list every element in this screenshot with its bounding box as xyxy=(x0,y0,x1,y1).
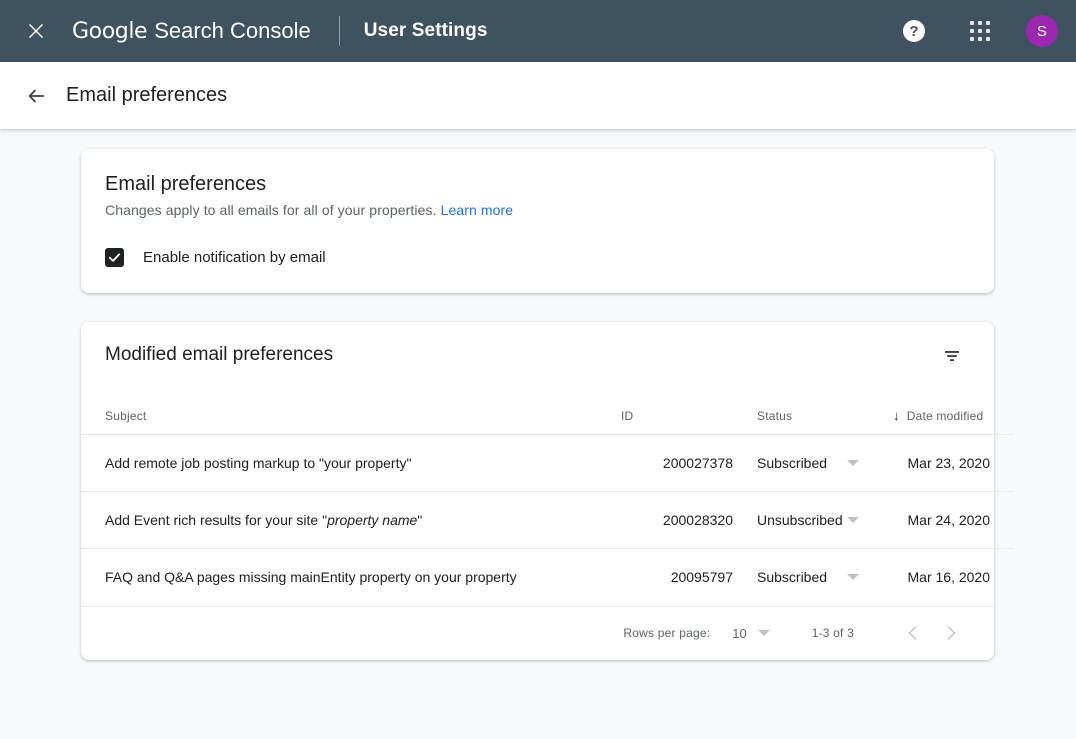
cell-id: 200028320 xyxy=(621,492,733,549)
app-bar-divider xyxy=(339,16,340,46)
next-page-button[interactable] xyxy=(932,614,970,652)
chevron-left-icon xyxy=(904,624,922,642)
table-pagination: Rows per page: 10 1-3 of 3 xyxy=(81,606,994,660)
cell-date-modified: Mar 16, 2020 xyxy=(893,549,1014,606)
enable-notification-label[interactable]: Enable notification by email xyxy=(143,249,326,266)
sort-descending-icon: ↓ xyxy=(893,408,900,423)
subject-text: Add remote job posting markup to "your p… xyxy=(105,455,411,471)
status-value: Subscribed xyxy=(757,455,827,471)
google-apps-button[interactable] xyxy=(960,11,1000,51)
cell-subject: Add Event rich results for your site "pr… xyxy=(81,492,621,549)
app-bar-title: User Settings xyxy=(364,20,488,42)
chevron-down-icon xyxy=(847,517,859,523)
modified-email-preferences-card: Modified email preferences Subject ID St… xyxy=(81,322,994,660)
table-header-bar: Modified email preferences xyxy=(81,322,994,384)
rows-per-page-chevron-down-icon[interactable] xyxy=(758,630,770,636)
avatar[interactable]: S xyxy=(1026,15,1058,47)
description-text: Changes apply to all emails for all of y… xyxy=(105,202,437,218)
close-button[interactable] xyxy=(12,7,60,55)
subject-emphasis: property name xyxy=(327,512,417,528)
enable-notification-checkbox[interactable] xyxy=(105,248,124,267)
filter-button[interactable] xyxy=(934,338,970,374)
cell-status[interactable]: Subscribed xyxy=(733,435,893,492)
help-icon: ? xyxy=(903,20,925,42)
cell-date-modified: Mar 24, 2020 xyxy=(893,492,1014,549)
column-header-subject[interactable]: Subject xyxy=(81,384,621,435)
pagination-range: 1-3 of 3 xyxy=(812,626,854,640)
status-value: Unsubscribed xyxy=(757,512,843,528)
checkmark-icon xyxy=(108,251,121,264)
back-button[interactable] xyxy=(16,76,56,116)
column-header-date-label: Date modified xyxy=(907,409,984,423)
content-area: Email preferences Changes apply to all e… xyxy=(0,129,1076,739)
column-header-id[interactable]: ID xyxy=(621,384,733,435)
chevron-down-icon xyxy=(847,460,859,466)
filter-list-icon xyxy=(942,346,962,366)
table-row[interactable]: Add remote job posting markup to "your p… xyxy=(81,435,1014,492)
brand-logo[interactable]: Google Search Console xyxy=(72,18,311,44)
cell-status[interactable]: Subscribed xyxy=(733,549,893,606)
column-header-date-modified[interactable]: ↓ Date modified xyxy=(893,384,1014,435)
table-head: Subject ID Status ↓ Date modified xyxy=(81,384,1014,435)
email-preferences-description: Changes apply to all emails for all of y… xyxy=(105,202,970,218)
help-button[interactable]: ? xyxy=(894,11,934,51)
status-dropdown[interactable]: Subscribed xyxy=(757,569,893,585)
brand-product-text: Search Console xyxy=(154,18,311,44)
learn-more-link[interactable]: Learn more xyxy=(441,202,514,218)
table-body: Add remote job posting markup to "your p… xyxy=(81,435,1014,606)
table-title: Modified email preferences xyxy=(105,344,934,366)
cell-id: 200027378 xyxy=(621,435,733,492)
email-preferences-card: Email preferences Changes apply to all e… xyxy=(81,149,994,293)
subject-text: Add Event rich results for your site " xyxy=(105,512,327,528)
status-dropdown[interactable]: Unsubscribed xyxy=(757,512,893,528)
cell-status[interactable]: Unsubscribed xyxy=(733,492,893,549)
cell-date-modified: Mar 23, 2020 xyxy=(893,435,1014,492)
rows-per-page-label: Rows per page: xyxy=(623,626,710,640)
app-bar-right-group: ? S xyxy=(894,11,1058,51)
subject-text: FAQ and Q&A pages missing mainEntity pro… xyxy=(105,569,517,585)
brand-google-text: Google xyxy=(72,19,147,44)
chevron-right-icon xyxy=(942,624,960,642)
table-row[interactable]: Add Event rich results for your site "pr… xyxy=(81,492,1014,549)
cell-subject: Add remote job posting markup to "your p… xyxy=(81,435,621,492)
status-value: Subscribed xyxy=(757,569,827,585)
table-row[interactable]: FAQ and Q&A pages missing mainEntity pro… xyxy=(81,549,1014,606)
column-header-status[interactable]: Status xyxy=(733,384,893,435)
top-app-bar: Google Search Console User Settings ? S xyxy=(0,0,1076,62)
subject-text-post: " xyxy=(417,512,422,528)
table-header-row: Subject ID Status ↓ Date modified xyxy=(81,384,1014,435)
email-preferences-heading: Email preferences xyxy=(105,173,970,196)
page-title: Email preferences xyxy=(66,84,227,107)
previous-page-button[interactable] xyxy=(894,614,932,652)
status-dropdown[interactable]: Subscribed xyxy=(757,455,893,471)
cell-id: 20095797 xyxy=(621,549,733,606)
arrow-back-icon xyxy=(25,85,47,107)
enable-notification-row[interactable]: Enable notification by email xyxy=(105,248,970,267)
rows-per-page-value[interactable]: 10 xyxy=(732,626,746,641)
page-toolbar: Email preferences xyxy=(0,62,1076,129)
app-bar-left-group: Google Search Console User Settings xyxy=(0,7,894,55)
apps-grid-icon xyxy=(970,21,990,41)
close-icon xyxy=(26,21,46,41)
preferences-table: Subject ID Status ↓ Date modified Add rem… xyxy=(81,384,1014,606)
chevron-down-icon xyxy=(847,574,859,580)
cell-subject: FAQ and Q&A pages missing mainEntity pro… xyxy=(81,549,621,606)
